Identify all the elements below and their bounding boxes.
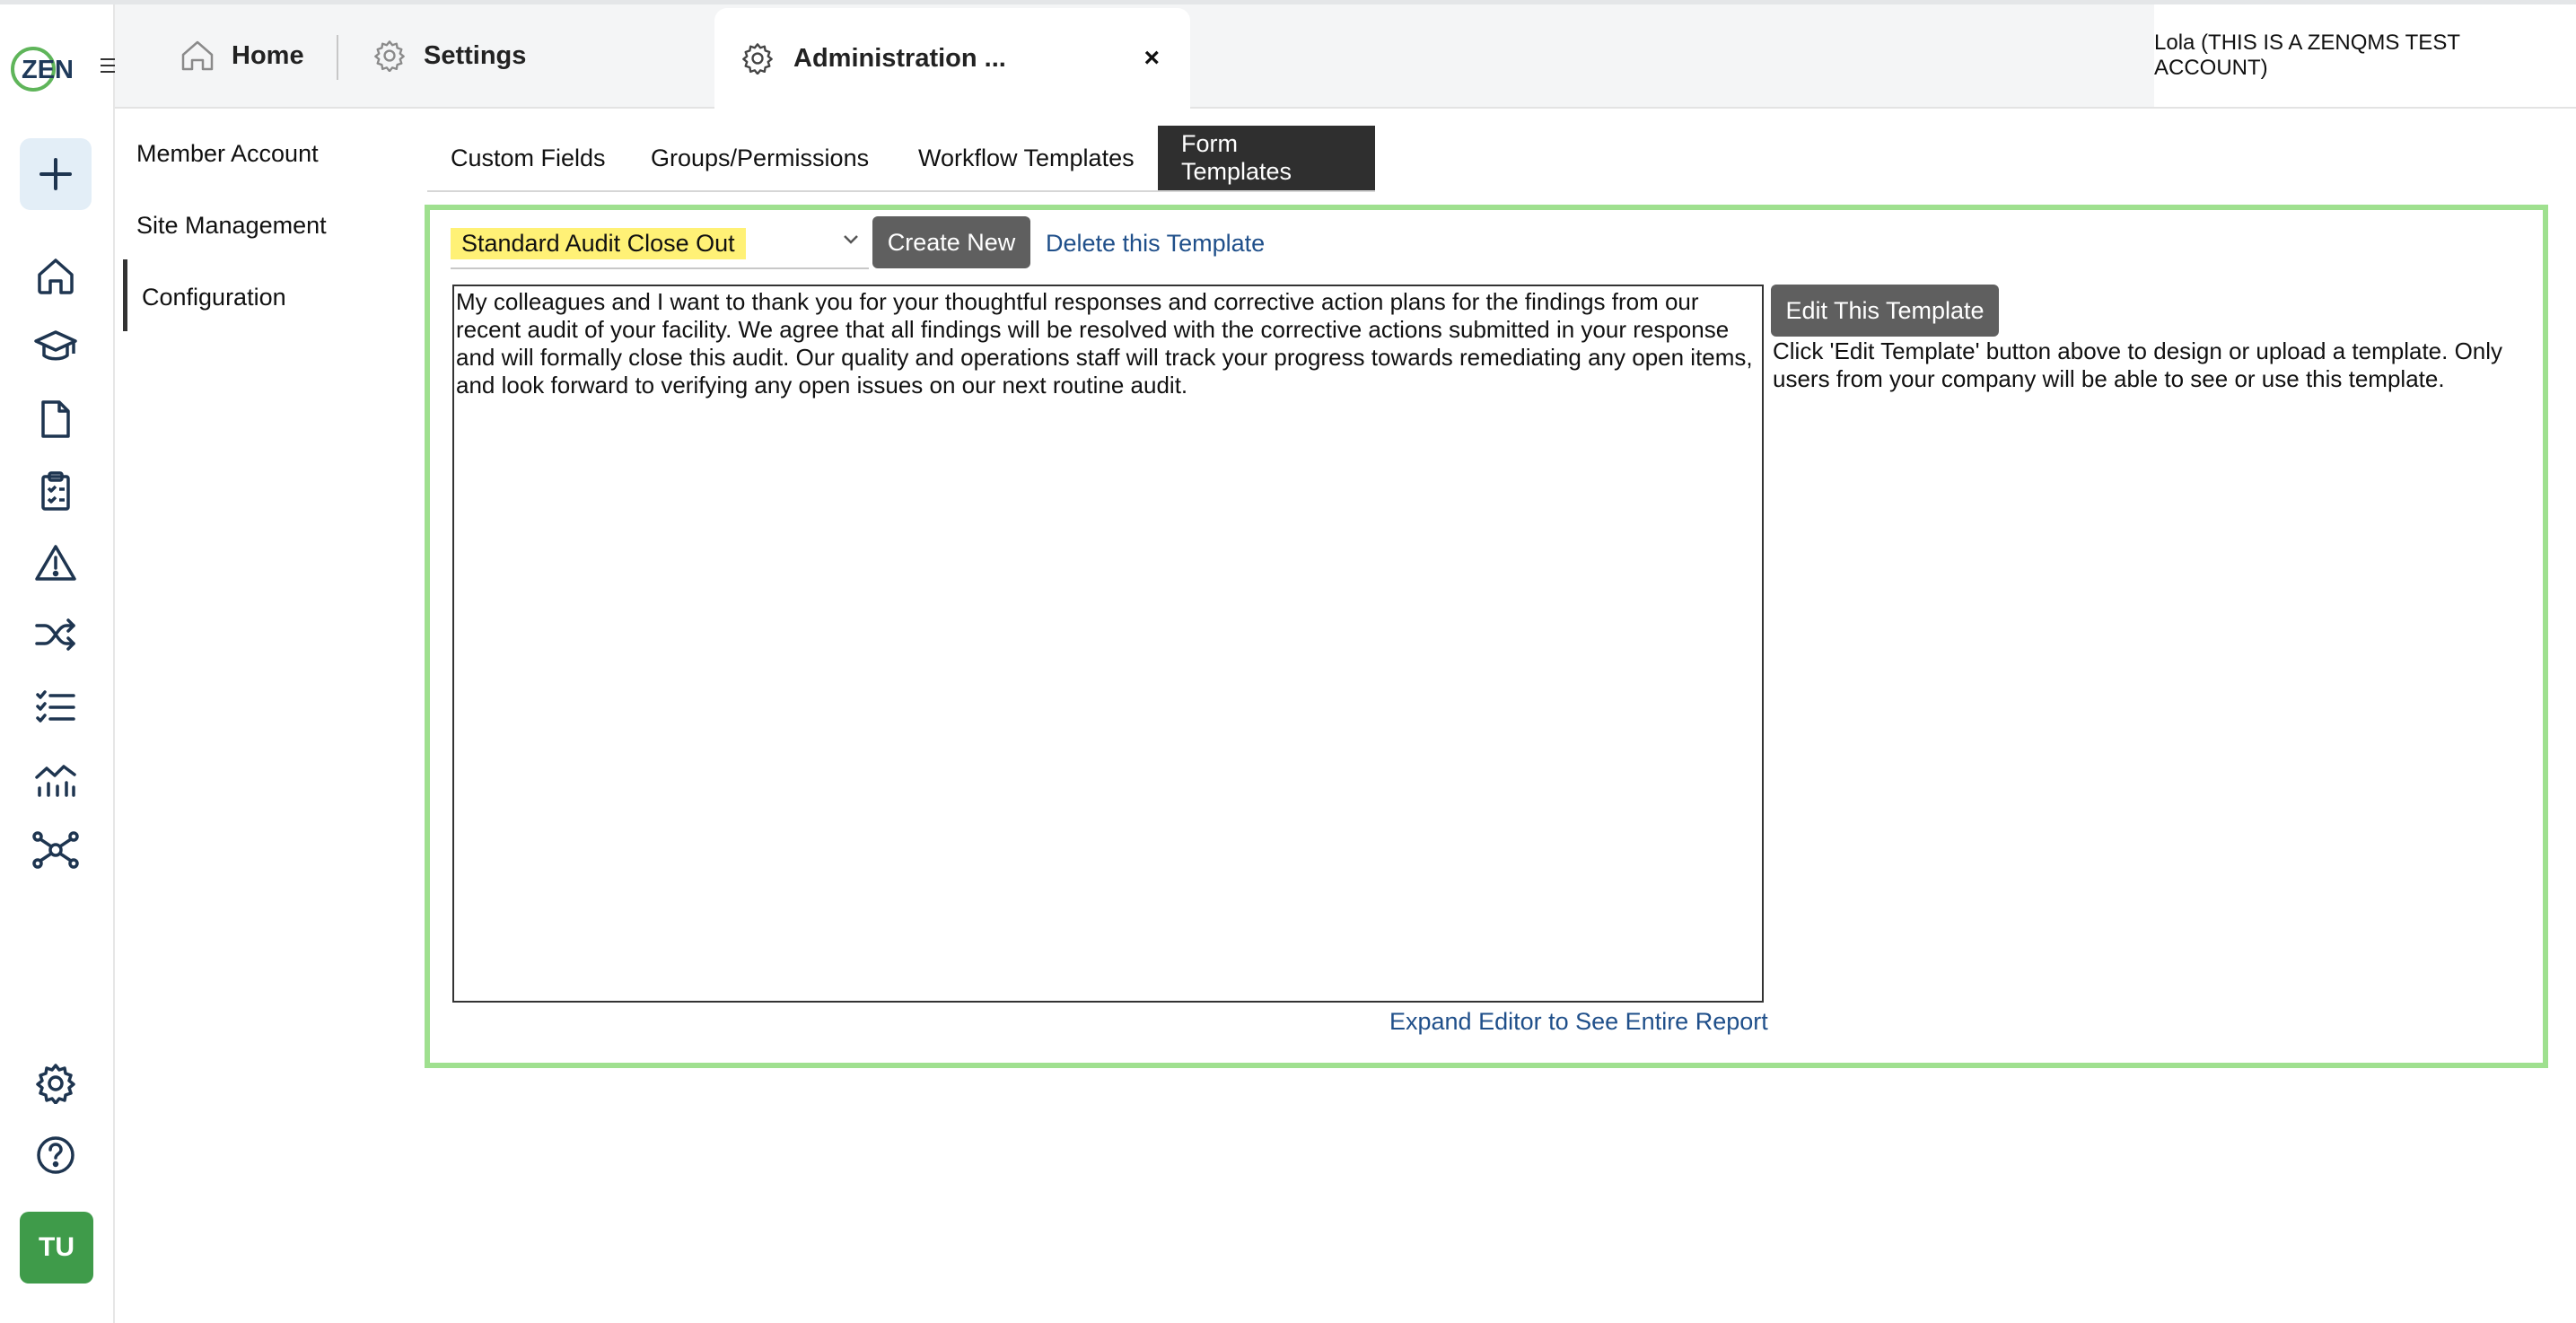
audits-clipboard-icon[interactable]	[30, 465, 82, 517]
user-account-label[interactable]: Lola (THIS IS A ZENQMS TEST ACCOUNT)	[2154, 4, 2576, 107]
chevron-down-icon	[842, 233, 860, 250]
new-plus-icon[interactable]	[20, 138, 92, 210]
template-select[interactable]: Standard Audit Close Out	[451, 219, 869, 269]
tab-home[interactable]: Home	[180, 4, 304, 107]
tab-home-label: Home	[232, 40, 304, 70]
tab-divider	[337, 35, 338, 80]
subnav-active-indicator	[123, 259, 127, 331]
settings-tab-gear-icon	[373, 39, 406, 72]
tab-form-templates[interactable]: Form Templates	[1158, 126, 1375, 190]
logo-text: ZEN	[22, 56, 74, 84]
tab-custom-fields[interactable]: Custom Fields	[427, 126, 629, 190]
settings-gear-icon[interactable]	[30, 1057, 82, 1109]
admin-tab-gear-icon	[741, 42, 774, 74]
expand-editor-link[interactable]: Expand Editor to See Entire Report	[1389, 1008, 1768, 1036]
subnav-member-account[interactable]: Member Account	[136, 140, 319, 168]
documents-icon[interactable]	[30, 393, 82, 445]
tab-workflow-templates[interactable]: Workflow Templates	[895, 126, 1158, 190]
template-body-editor[interactable]: My colleagues and I want to thank you fo…	[452, 285, 1764, 1003]
delete-template-link[interactable]: Delete this Template	[1046, 230, 1265, 258]
training-cap-icon[interactable]	[30, 321, 82, 373]
edit-template-button[interactable]: Edit This Template	[1771, 285, 1999, 337]
create-new-button[interactable]: Create New	[872, 216, 1030, 268]
close-tab-icon[interactable]: ×	[1143, 43, 1160, 74]
tab-administration-label: Administration ...	[793, 43, 1006, 73]
network-hub-icon[interactable]	[30, 824, 82, 876]
form-template-panel: Standard Audit Close Out Create New Dele…	[425, 205, 2548, 1068]
home-icon[interactable]	[30, 250, 82, 302]
tab-administration[interactable]: Administration ... ×	[714, 8, 1190, 109]
issues-warning-icon[interactable]	[30, 537, 82, 589]
top-tab-bar: Home Settings Administration ... × Lola …	[115, 4, 2576, 109]
analytics-chart-icon[interactable]	[30, 752, 82, 804]
checklist-icon[interactable]	[30, 680, 82, 732]
zen-logo[interactable]: ZEN	[9, 44, 77, 94]
tab-settings-label: Settings	[424, 40, 527, 70]
selected-template-value: Standard Audit Close Out	[451, 227, 746, 259]
subnav-configuration[interactable]: Configuration	[142, 284, 286, 311]
template-help-text: Click 'Edit Template' button above to de…	[1773, 337, 2503, 392]
home-tab-icon	[180, 39, 215, 73]
workflow-shuffle-icon[interactable]	[30, 609, 82, 661]
help-question-icon[interactable]	[30, 1129, 82, 1181]
tab-settings[interactable]: Settings	[373, 4, 526, 107]
config-tabs-divider	[427, 190, 1375, 192]
subnav-site-management[interactable]: Site Management	[136, 212, 327, 240]
user-avatar[interactable]: TU	[20, 1212, 93, 1284]
tab-groups-permissions[interactable]: Groups/Permissions	[627, 126, 892, 190]
